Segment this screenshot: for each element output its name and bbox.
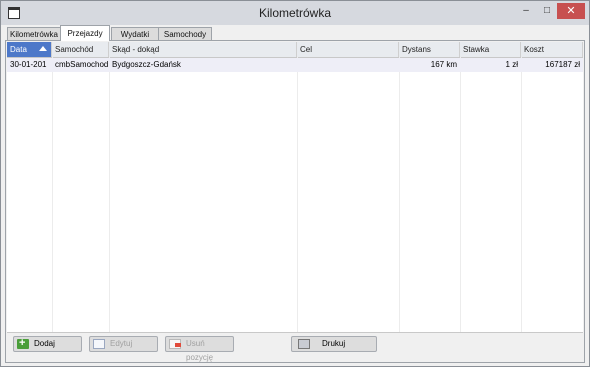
cell-skad-dokad: Bydgoszcz-Gdańsk xyxy=(112,60,181,69)
tab-wydatki[interactable]: Wydatki xyxy=(111,27,159,41)
tab-kilometrowka[interactable]: Kilometrówka xyxy=(7,27,61,41)
print-button-label: Drukuj xyxy=(322,339,346,348)
column-header-dystans[interactable]: Dystans xyxy=(399,42,460,57)
column-divider xyxy=(109,57,110,332)
add-button[interactable]: Dodaj xyxy=(13,336,82,352)
column-divider xyxy=(52,57,53,332)
column-header-samochod[interactable]: Samochód xyxy=(52,42,109,57)
print-icon xyxy=(298,339,310,349)
minimize-button[interactable]: – xyxy=(517,5,535,17)
title-bar: Kilometrówka – □ ✕ xyxy=(1,1,589,25)
delete-item-button[interactable]: Usuń pozycję xyxy=(165,336,234,362)
maximize-button[interactable]: □ xyxy=(538,5,556,17)
tab-panel-przejazdy: Data Samochód Skąd - dokąd Cel Dystans S… xyxy=(5,40,585,363)
client-area: Kilometrówka Przejazdy Wydatki Samochody… xyxy=(5,25,585,363)
cell-stawka: 1 zł xyxy=(505,60,518,69)
cell-dystans: 167 km xyxy=(430,60,457,69)
tab-strip: Kilometrówka Przejazdy Wydatki Samochody xyxy=(5,25,585,41)
print-button[interactable]: Drukuj xyxy=(291,336,377,352)
table-header: Data Samochód Skąd - dokąd Cel Dystans S… xyxy=(7,42,583,58)
add-button-label: Dodaj xyxy=(34,339,55,348)
cell-samochod: cmbSamochod xyxy=(55,60,109,69)
main-window: Kilometrówka – □ ✕ Kilometrówka Przejazd… xyxy=(0,0,590,367)
close-button[interactable]: ✕ xyxy=(557,3,585,19)
cell-cel xyxy=(297,58,399,72)
sort-ascending-icon xyxy=(39,46,47,51)
tab-przejazdy[interactable]: Przejazdy xyxy=(60,25,110,41)
table-row[interactable]: 30-01-201 cmbSamochod Bydgoszcz-Gdańsk 1… xyxy=(7,58,583,72)
edit-button[interactable]: Edytuj xyxy=(89,336,158,352)
column-header-label: Data xyxy=(10,45,27,54)
delete-icon xyxy=(169,339,181,349)
column-header-stawka[interactable]: Stawka xyxy=(460,42,521,57)
cell-data: 30-01-201 xyxy=(10,60,47,69)
cell-koszt: 167187 zł xyxy=(545,60,580,69)
column-header-koszt[interactable]: Koszt xyxy=(521,42,583,57)
column-header-cel[interactable]: Cel xyxy=(297,42,399,57)
window-title: Kilometrówka xyxy=(258,6,332,20)
column-divider xyxy=(399,57,400,332)
trips-table[interactable]: Data Samochód Skąd - dokąd Cel Dystans S… xyxy=(7,42,583,333)
column-divider xyxy=(297,57,298,332)
column-divider xyxy=(521,57,522,332)
tab-samochody[interactable]: Samochody xyxy=(158,27,212,41)
delete-button-label: Usuń pozycję xyxy=(186,339,214,362)
column-header-data[interactable]: Data xyxy=(7,42,52,57)
edit-icon xyxy=(93,339,105,349)
add-icon xyxy=(17,336,29,350)
column-header-skad-dokad[interactable]: Skąd - dokąd xyxy=(109,42,297,57)
edit-button-label: Edytuj xyxy=(110,339,133,348)
column-divider xyxy=(460,57,461,332)
